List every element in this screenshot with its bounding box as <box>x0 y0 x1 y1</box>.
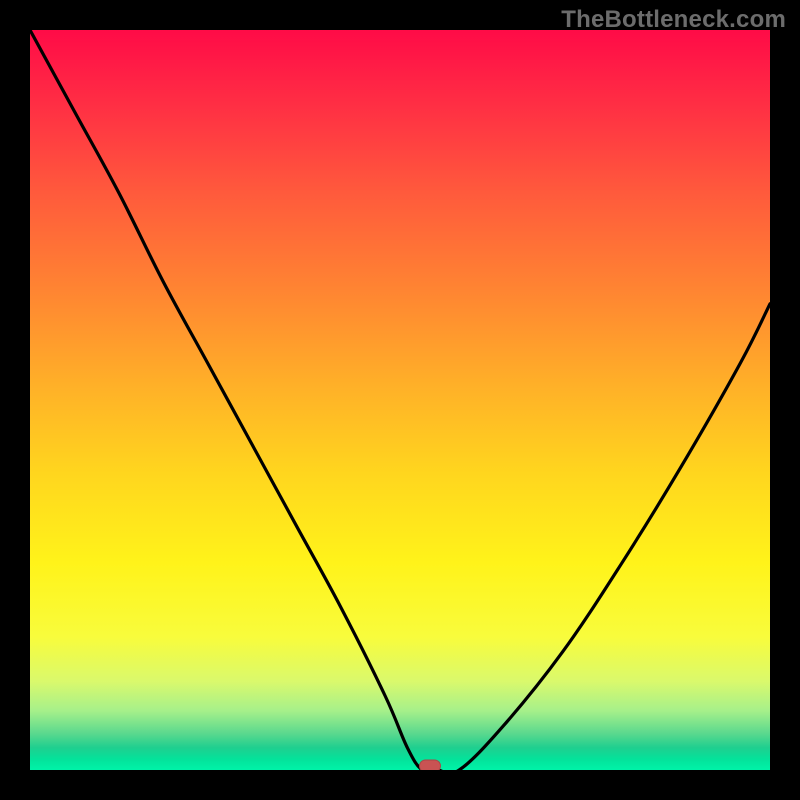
bottleneck-curve <box>30 30 770 770</box>
optimal-point-marker <box>419 760 441 771</box>
chart-stage: TheBottleneck.com <box>0 0 800 800</box>
plot-area <box>30 30 770 770</box>
watermark-text: TheBottleneck.com <box>561 6 786 34</box>
